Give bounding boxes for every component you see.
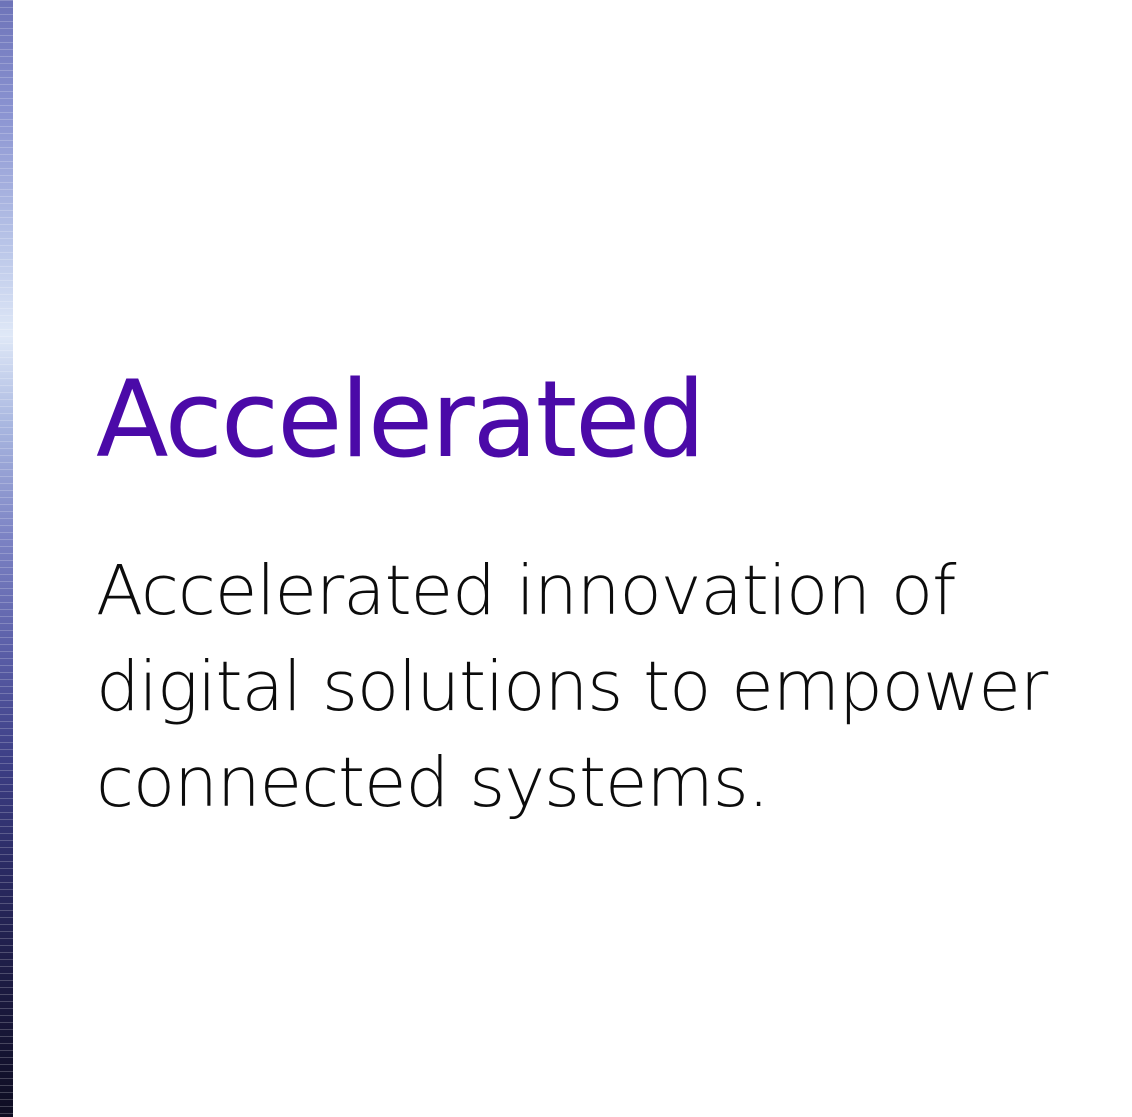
card-content: Accelerated Accelerated innovation of di… (96, 355, 1096, 831)
background-image-edge (0, 0, 13, 1117)
card-title: Accelerated (96, 358, 706, 481)
card-description: Accelerated innovation of digital soluti… (96, 551, 1048, 823)
accelerated-card: Accelerated Accelerated innovation of di… (0, 0, 1132, 1117)
